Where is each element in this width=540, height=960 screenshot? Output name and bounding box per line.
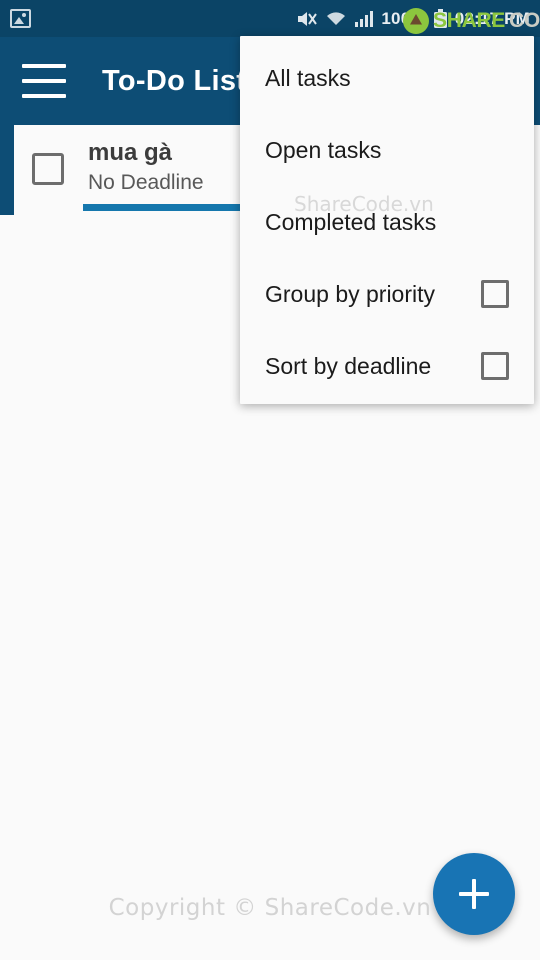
task-complete-checkbox[interactable] — [32, 153, 64, 185]
page-title: To-Do List — [102, 64, 247, 97]
menu-item-label: Group by priority — [265, 280, 436, 307]
wifi-icon — [327, 11, 346, 25]
overflow-menu[interactable]: All tasks Open tasks Completed tasks Gro… — [240, 36, 534, 404]
signal-icon — [355, 10, 374, 27]
battery-icon — [433, 8, 447, 28]
photo-icon — [10, 9, 31, 28]
menu-item-label: All tasks — [265, 64, 351, 91]
sort-by-deadline-checkbox[interactable] — [481, 352, 509, 380]
clock-label: 02:17 PM — [454, 8, 530, 28]
status-bar-indicators: 100% 02:17 PM — [296, 8, 530, 29]
drawer-edge-strip — [0, 125, 14, 215]
hamburger-icon[interactable] — [22, 64, 66, 98]
menu-item-all-tasks[interactable]: All tasks — [240, 42, 534, 114]
menu-item-group-by-priority[interactable]: Group by priority — [240, 258, 534, 330]
group-by-priority-checkbox[interactable] — [481, 280, 509, 308]
task-title: mua gà — [88, 139, 173, 166]
menu-item-open-tasks[interactable]: Open tasks — [240, 114, 534, 186]
menu-item-label: Completed tasks — [265, 208, 437, 235]
add-task-fab[interactable] — [433, 853, 515, 935]
battery-percent-label: 100% — [381, 8, 426, 28]
phone-screen: 100% 02:17 PM To-Do List mua gà No Deadl… — [0, 0, 540, 960]
status-bar: 100% 02:17 PM — [0, 0, 540, 37]
task-text-block: mua gà No Deadline — [88, 139, 204, 195]
status-bar-notifications — [10, 9, 31, 28]
task-deadline-label: No Deadline — [88, 170, 204, 194]
menu-item-completed-tasks[interactable]: Completed tasks — [240, 186, 534, 258]
menu-item-label: Sort by deadline — [265, 352, 432, 379]
menu-item-label: Open tasks — [265, 136, 382, 163]
menu-item-sort-by-deadline[interactable]: Sort by deadline — [240, 330, 534, 402]
mute-icon — [298, 11, 318, 26]
